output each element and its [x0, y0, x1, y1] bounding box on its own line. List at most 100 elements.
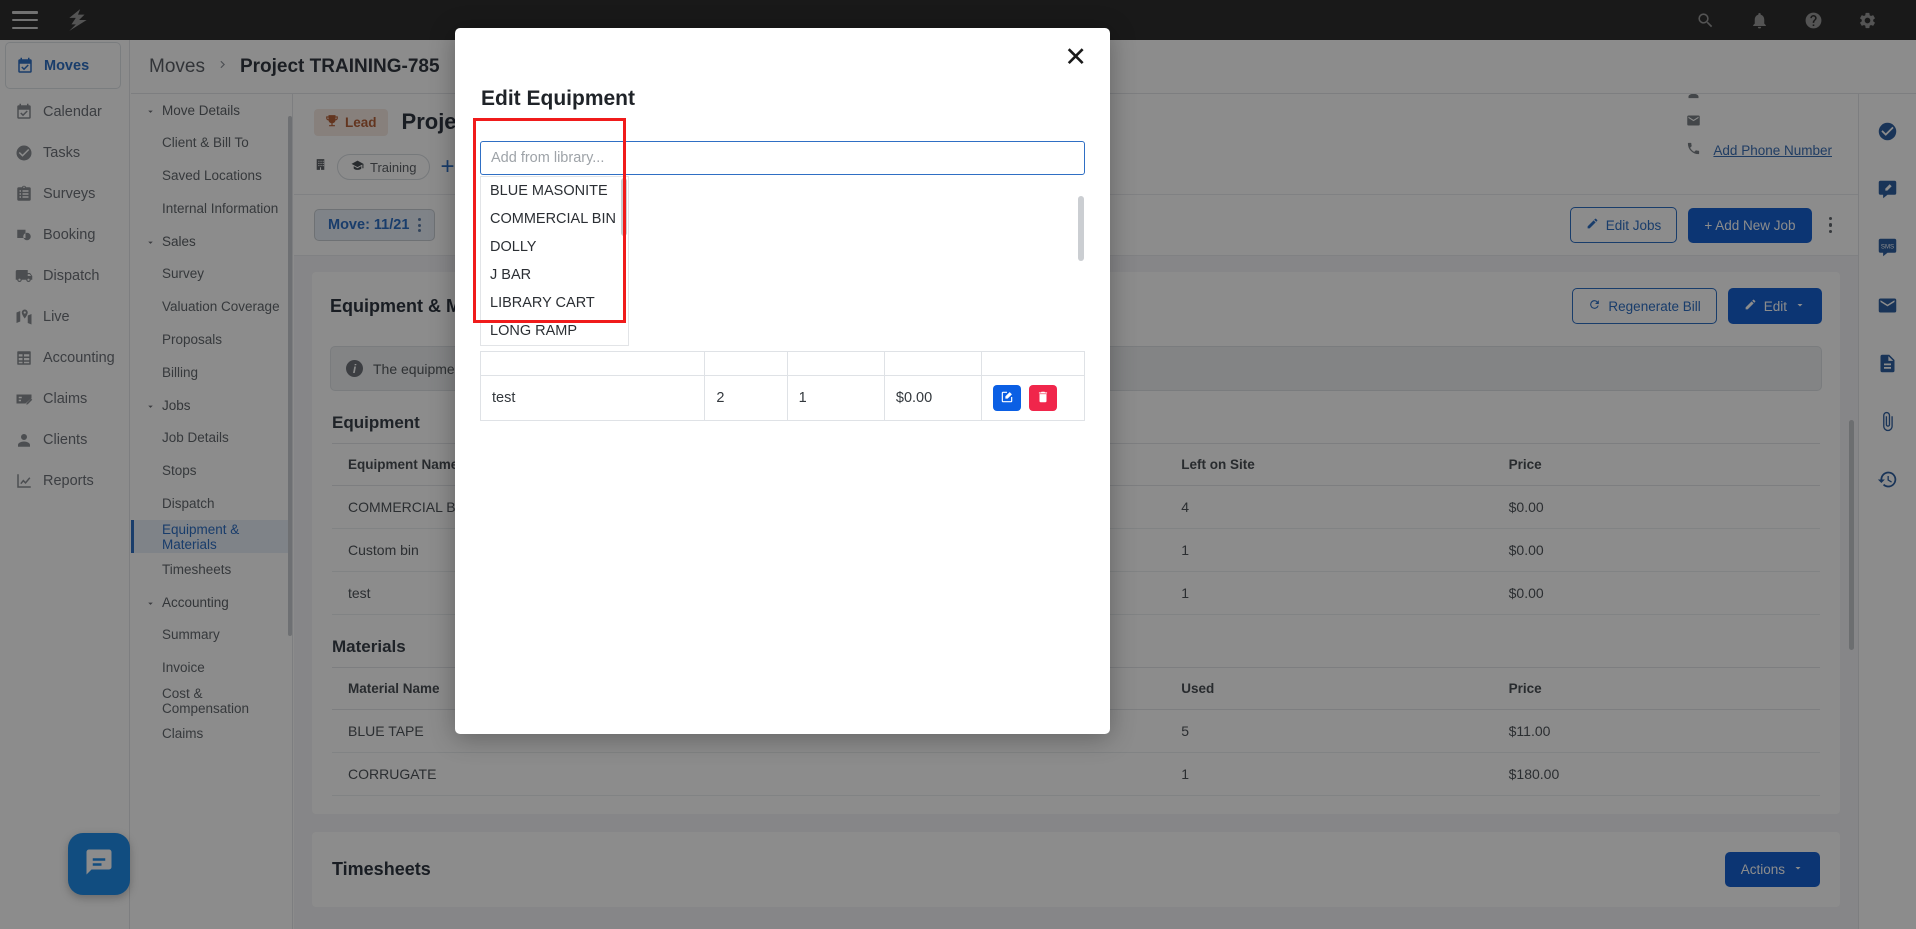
training-tag-chip[interactable]: Training: [337, 154, 431, 180]
pencil-icon: [1586, 217, 1599, 233]
cell-price: $11.00: [1492, 709, 1820, 753]
cell-price: $0.00: [1492, 485, 1820, 529]
gear-icon[interactable]: [1856, 9, 1878, 31]
refresh-icon: [1588, 298, 1601, 314]
sms-icon[interactable]: SMS: [1877, 236, 1899, 258]
move-date-pill[interactable]: Move: 11/21: [314, 209, 436, 241]
nav-item-internal-information[interactable]: Internal Information: [131, 192, 292, 225]
table-row: test 2 1 $0.00: [479, 375, 1085, 421]
nav-group-sales[interactable]: Sales: [131, 225, 292, 257]
chevron-down-icon: [1794, 299, 1806, 314]
nav-item-claims[interactable]: Claims: [131, 717, 292, 750]
job-overflow-menu-icon[interactable]: [1823, 216, 1839, 234]
add-from-library-input[interactable]: [480, 141, 1085, 175]
cell-name: test: [479, 375, 706, 421]
note-pencil-icon[interactable]: [1877, 178, 1899, 200]
cell-left-on-site: 1: [1165, 571, 1493, 615]
sidebar-item-booking[interactable]: Booking: [0, 214, 129, 255]
close-icon[interactable]: ✕: [1064, 44, 1087, 71]
nav-item-cost-compensation[interactable]: Cost & Compensation: [131, 684, 292, 717]
secondary-nav: Move Details Client & Bill To Saved Loca…: [131, 94, 293, 929]
phone-icon: [1686, 141, 1701, 159]
regenerate-bill-button[interactable]: Regenerate Bill: [1572, 288, 1717, 324]
nav-item-survey[interactable]: Survey: [131, 257, 292, 290]
nav-item-job-details[interactable]: Job Details: [131, 421, 292, 454]
content-scrollbar[interactable]: [1849, 420, 1854, 650]
nav-item-saved-locations[interactable]: Saved Locations: [131, 159, 292, 192]
sidebar-item-label: Accounting: [43, 349, 115, 366]
cell-price: $0.00: [883, 375, 983, 421]
search-icon[interactable]: [1694, 9, 1716, 31]
timesheets-title: Timesheets: [332, 859, 431, 879]
primary-sidebar: Moves Calendar Tasks Surveys Booking Dis…: [0, 40, 130, 929]
chevron-down-icon: [145, 236, 156, 247]
cell-price: $180.00: [1492, 752, 1820, 796]
sidebar-item-dispatch[interactable]: Dispatch: [0, 255, 129, 296]
nav-item-invoice[interactable]: Invoice: [131, 651, 292, 684]
chat-widget-button[interactable]: [68, 833, 130, 895]
modal-body-scrollbar[interactable]: [1078, 196, 1084, 261]
task-check-icon[interactable]: [1877, 120, 1899, 142]
kebab-icon[interactable]: [418, 218, 422, 232]
sidebar-item-reports[interactable]: Reports: [0, 460, 129, 501]
status-badge[interactable]: Lead: [314, 108, 388, 136]
sidebar-item-tasks[interactable]: Tasks: [0, 132, 129, 173]
cell-used: 1: [1165, 752, 1493, 796]
nav-item-valuation-coverage[interactable]: Valuation Coverage: [131, 290, 292, 323]
actions-button[interactable]: Actions: [1724, 852, 1820, 887]
nav-item-label: Claims: [162, 726, 204, 741]
breadcrumb-root[interactable]: Moves: [149, 56, 205, 78]
bolt-logo[interactable]: [64, 6, 92, 34]
row-edit-button[interactable]: [993, 385, 1022, 411]
nav-group-move-details[interactable]: Move Details: [131, 94, 292, 126]
sidebar-item-label: Claims: [43, 390, 88, 407]
sidebar-item-label: Booking: [43, 226, 96, 243]
nav-item-client-bill-to[interactable]: Client & Bill To: [131, 126, 292, 159]
chevron-down-icon: [145, 400, 156, 411]
nav-item-summary[interactable]: Summary: [131, 618, 292, 651]
sidebar-item-accounting[interactable]: Accounting: [0, 337, 129, 378]
nav-group-accounting[interactable]: Accounting: [131, 586, 292, 618]
history-icon[interactable]: [1877, 468, 1899, 490]
envelope-icon: [1686, 113, 1701, 131]
sidebar-item-claims[interactable]: Claims: [0, 378, 129, 419]
nav-item-stops[interactable]: Stops: [131, 454, 292, 487]
nav-item-timesheets[interactable]: Timesheets: [131, 553, 292, 586]
add-tag-button[interactable]: +: [440, 155, 454, 179]
bell-icon[interactable]: [1748, 9, 1770, 31]
nav-group-label: Move Details: [162, 102, 241, 118]
email-icon[interactable]: [1877, 294, 1899, 316]
edit-jobs-button[interactable]: Edit Jobs: [1569, 207, 1678, 243]
add-phone-number-link[interactable]: Add Phone Number: [1713, 143, 1832, 158]
nav-item-billing[interactable]: Billing: [131, 356, 292, 389]
row-delete-button[interactable]: [1029, 385, 1058, 411]
sidebar-item-clients[interactable]: Clients: [0, 419, 129, 460]
modal-equipment-table: test 2 1 $0.00: [479, 351, 1085, 421]
edit-equipment-button[interactable]: Edit: [1727, 288, 1822, 324]
right-rail: SMS: [1858, 94, 1916, 929]
nav-item-label: Timesheets: [162, 562, 232, 577]
pencil-icon: [1744, 298, 1757, 314]
sidebar-item-surveys[interactable]: Surveys: [0, 173, 129, 214]
nav-item-label: Saved Locations: [162, 168, 262, 183]
col-used: Used: [1165, 667, 1493, 710]
add-new-job-button[interactable]: + Add New Job: [1688, 207, 1812, 243]
help-icon[interactable]: [1802, 9, 1824, 31]
sidebar-item-label: Live: [43, 308, 70, 325]
nav-item-equipment-materials[interactable]: Equipment & Materials: [131, 520, 292, 553]
nav-item-proposals[interactable]: Proposals: [131, 323, 292, 356]
map-pin-icon: [14, 307, 33, 326]
nav-group-label: Jobs: [162, 397, 191, 413]
sidebar-item-calendar[interactable]: Calendar: [0, 91, 129, 132]
subnav-scrollbar[interactable]: [288, 116, 292, 636]
sidebar-item-moves[interactable]: Moves: [5, 42, 121, 89]
modal-body: test 2 1 $0.00: [479, 178, 1085, 714]
attachment-icon[interactable]: [1877, 410, 1899, 432]
cell-price: $0.00: [1492, 571, 1820, 615]
hamburger-icon[interactable]: [12, 11, 38, 29]
document-icon[interactable]: [1877, 352, 1899, 374]
sidebar-item-live[interactable]: Live: [0, 296, 129, 337]
nav-group-jobs[interactable]: Jobs: [131, 389, 292, 421]
nav-item-dispatch[interactable]: Dispatch: [131, 487, 292, 520]
sidebar-item-label: Moves: [44, 57, 90, 74]
